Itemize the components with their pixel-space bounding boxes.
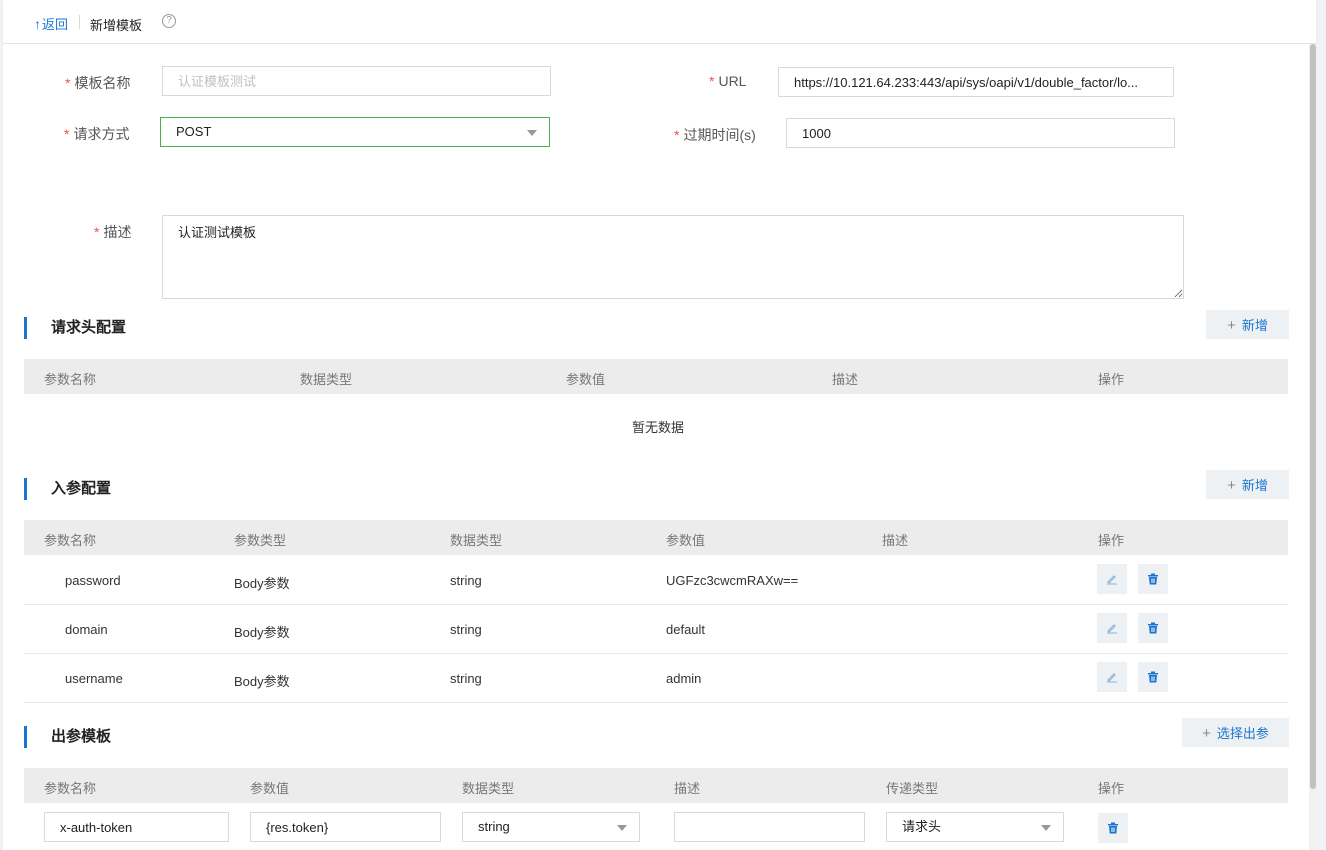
description-textarea[interactable]: 认证测试模板 <box>162 215 1184 299</box>
data-type: string <box>450 671 482 686</box>
output-table-header: 参数名称 参数值 数据类型 描述 传递类型 操作 <box>24 768 1288 803</box>
output-transfer-select[interactable]: 请求头 <box>886 812 1064 842</box>
output-transfer-value: 请求头 <box>902 819 942 834</box>
column-header: 参数名称 <box>44 372 97 387</box>
edit-button[interactable] <box>1097 662 1127 692</box>
edit-button[interactable] <box>1097 564 1127 594</box>
required-mark: * <box>674 127 680 143</box>
column-header: 传递类型 <box>886 781 939 796</box>
param-name: password <box>65 573 121 588</box>
add-header-label: 新增 <box>1241 318 1268 333</box>
column-header: 数据类型 <box>300 372 353 387</box>
edit-icon <box>1107 673 1117 683</box>
plus-icon: + <box>1202 725 1211 742</box>
param-value: default <box>666 622 706 637</box>
param-type: Body参数 <box>234 576 290 591</box>
column-header: 操作 <box>1098 372 1125 387</box>
data-type: string <box>450 622 482 637</box>
back-button[interactable]: ↑ 返回 <box>34 14 68 33</box>
help-icon[interactable]: ? <box>162 14 176 28</box>
arrow-up-icon: ↑ <box>34 15 41 32</box>
trash-icon <box>1148 573 1158 585</box>
main-content: *模板名称 *URL *请求方式 POST *过期时间(s) *描述 认证测试模… <box>3 44 1309 850</box>
column-header: 描述 <box>882 533 909 548</box>
select-output-button[interactable]: + 选择出参 <box>1182 718 1289 747</box>
column-header: 参数值 <box>566 372 606 387</box>
method-label: * 请求方式 <box>64 126 130 142</box>
column-header: 描述 <box>832 372 859 387</box>
trash-icon <box>1108 822 1118 834</box>
url-input[interactable] <box>778 67 1174 97</box>
table-row: password Body参数 string UGFzc3cwcmRAXw== <box>24 555 1288 605</box>
output-section-title: 出参模板 <box>24 726 111 748</box>
column-header: 描述 <box>674 781 701 796</box>
back-label: 返回 <box>42 17 69 32</box>
description-label: * 描述 <box>94 224 132 240</box>
output-desc-input[interactable] <box>674 812 865 842</box>
column-header: 数据类型 <box>462 781 515 796</box>
trash-icon <box>1148 671 1158 683</box>
param-type: Body参数 <box>234 674 290 689</box>
chevron-down-icon <box>617 825 627 831</box>
required-mark: * <box>94 224 100 240</box>
top-bar: ↑ 返回 新增模板 ? <box>3 0 1316 44</box>
data-type: string <box>450 573 482 588</box>
chevron-down-icon <box>527 130 537 136</box>
delete-button[interactable] <box>1138 662 1168 692</box>
column-header: 操作 <box>1098 533 1125 548</box>
column-header: 参数名称 <box>44 781 97 796</box>
chevron-down-icon <box>1041 825 1051 831</box>
output-datatype-value: string <box>478 819 510 834</box>
edit-button[interactable] <box>1097 613 1127 643</box>
column-header: 参数类型 <box>234 533 287 548</box>
expire-label: * 过期时间(s) <box>674 127 756 143</box>
headers-empty-text: 暂无数据 <box>632 420 685 435</box>
output-datatype-select[interactable]: string <box>462 812 640 842</box>
column-header: 操作 <box>1098 781 1125 796</box>
header-divider <box>79 15 80 29</box>
required-mark: * <box>709 73 715 89</box>
delete-button[interactable] <box>1138 564 1168 594</box>
output-value-input[interactable] <box>250 812 441 842</box>
template-name-input[interactable] <box>162 66 551 96</box>
trash-icon <box>1148 622 1158 634</box>
column-header: 参数值 <box>250 781 290 796</box>
column-header: 参数名称 <box>44 533 97 548</box>
plus-icon: + <box>1227 477 1236 494</box>
column-header: 数据类型 <box>450 533 503 548</box>
column-header: 参数值 <box>666 533 706 548</box>
params-section-title: 入参配置 <box>24 478 111 500</box>
edit-icon <box>1107 624 1117 634</box>
table-row: domain Body参数 string default <box>24 604 1288 654</box>
param-type: Body参数 <box>234 625 290 640</box>
delete-button[interactable] <box>1138 613 1168 643</box>
output-name-input[interactable] <box>44 812 229 842</box>
scrollbar-thumb[interactable] <box>1310 44 1316 789</box>
add-header-button[interactable]: + 新增 <box>1206 310 1289 339</box>
output-delete-button[interactable] <box>1098 813 1128 843</box>
params-table-header: 参数名称 参数类型 数据类型 参数值 描述 操作 <box>24 520 1288 555</box>
url-label: * URL <box>709 73 747 89</box>
headers-table-header: 参数名称 数据类型 参数值 描述 操作 <box>24 359 1288 394</box>
param-value: admin <box>666 671 702 686</box>
method-select-value: POST <box>176 124 212 139</box>
expire-input[interactable] <box>786 118 1175 148</box>
plus-icon: + <box>1227 317 1236 334</box>
select-output-label: 选择出参 <box>1216 726 1269 741</box>
param-value: UGFzc3cwcmRAXw== <box>666 573 799 588</box>
required-mark: * <box>65 75 71 91</box>
param-name: username <box>65 671 123 686</box>
add-param-button[interactable]: + 新增 <box>1206 470 1289 499</box>
add-param-label: 新增 <box>1241 478 1268 493</box>
edit-icon <box>1107 575 1117 585</box>
method-select[interactable]: POST <box>160 117 550 147</box>
template-name-label: * 模板名称 <box>65 75 131 91</box>
table-row: username Body参数 string admin <box>24 653 1288 703</box>
headers-section-title: 请求头配置 <box>24 317 126 339</box>
param-name: domain <box>65 622 108 637</box>
page-title: 新增模板 <box>90 18 143 33</box>
required-mark: * <box>64 126 70 142</box>
